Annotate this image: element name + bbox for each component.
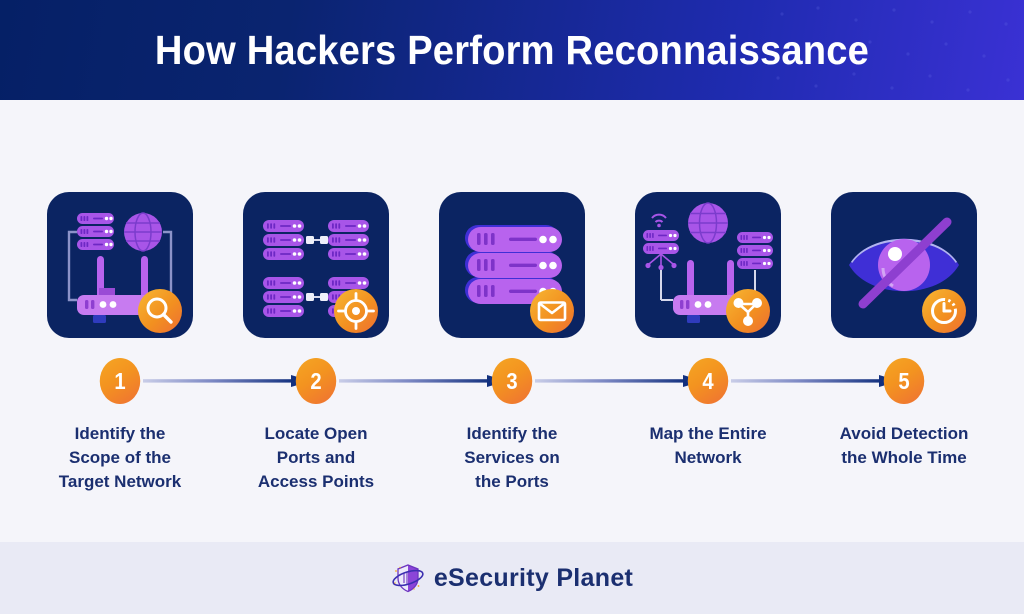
- shield-orbit-logo-icon: [392, 564, 424, 593]
- main-content: 1 2 3 4 5 Identify the Scope of the Targ…: [0, 100, 1024, 542]
- step-label-row: Identify the Scope of the Target Network…: [0, 100, 1024, 494]
- footer-bar: eSecurity Planet: [0, 542, 1024, 614]
- step-label-1: Identify the Scope of the Target Network: [58, 424, 182, 492]
- step-number-4[interactable]: 4: [687, 358, 729, 404]
- footer-brand-name: eSecurity Planet: [433, 563, 634, 592]
- step-number-5[interactable]: 5: [883, 358, 925, 404]
- infographic-root: How Hackers Perform Reconnaissance 1 2 3…: [0, 0, 1024, 614]
- step-number-3[interactable]: 3: [491, 358, 533, 404]
- step-label-2: Locate Open Ports and Access Points: [257, 424, 375, 492]
- page-title: How Hackers Perform Reconnaissance: [154, 26, 870, 73]
- header-banner: How Hackers Perform Reconnaissance: [0, 0, 1024, 100]
- step-number-2[interactable]: 2: [295, 358, 337, 404]
- step-number-1[interactable]: 1: [99, 358, 141, 404]
- step-label-4: Map the Entire Network: [649, 424, 767, 468]
- step-label-3: Identify the Services on the Ports: [464, 424, 560, 492]
- step-label-5: Avoid Detection the Whole Time: [839, 424, 969, 468]
